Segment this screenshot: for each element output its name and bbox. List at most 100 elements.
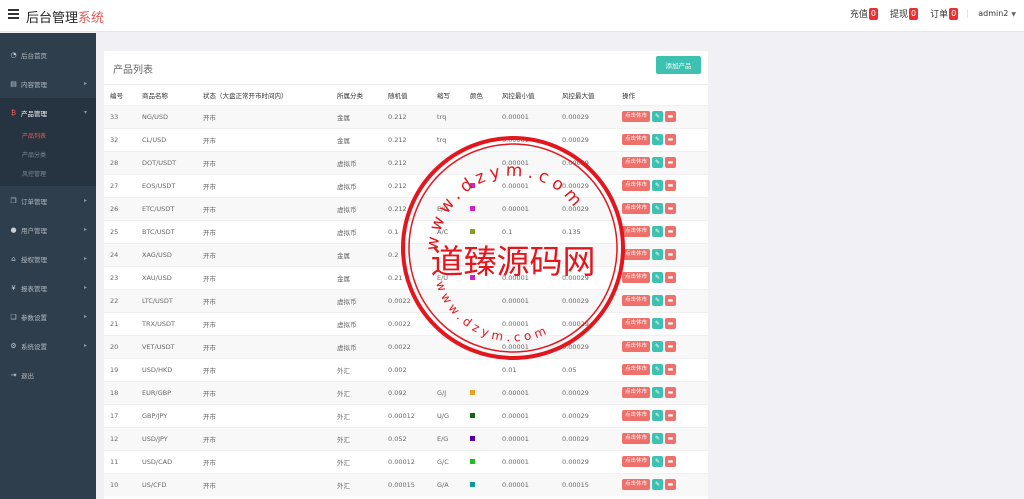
cell-min: 0.1 — [496, 219, 556, 243]
sidebar-item-reports[interactable]: ¥ 报表管理 ▸ — [0, 273, 96, 302]
cell-min: 0.00001 — [496, 472, 556, 496]
close-market-button[interactable]: 点击休市 — [622, 157, 651, 168]
edit-icon[interactable]: ✎ — [652, 410, 664, 421]
sidebar-item-content[interactable]: ▤ 内容管理 ▸ — [0, 69, 96, 98]
edit-icon[interactable]: ✎ — [652, 479, 664, 491]
sidebar-subitem-risk-control[interactable]: 风控管理 — [0, 165, 96, 184]
column-header: 状态（大盘正常开市时间内） — [203, 92, 288, 101]
cell-id: 11 — [104, 449, 136, 473]
cell-color — [464, 472, 496, 496]
column-header: 风控最大值 — [562, 92, 595, 101]
cell-min: 0.00001 — [496, 127, 556, 151]
chevron-right-icon: ▸ — [83, 80, 87, 87]
delete-icon[interactable]: ▬ — [665, 134, 677, 145]
delete-icon[interactable]: ▬ — [665, 249, 677, 260]
sidebar-subitem-product-list[interactable]: 产品列表 — [0, 127, 96, 146]
edit-icon[interactable]: ✎ — [652, 456, 664, 467]
delete-icon[interactable]: ▬ — [665, 295, 677, 306]
delete-icon[interactable]: ▬ — [665, 364, 677, 375]
menu-toggle-icon[interactable] — [8, 9, 19, 19]
edit-icon[interactable]: ✎ — [652, 341, 664, 352]
edit-icon[interactable]: ✎ — [652, 226, 664, 237]
sidebar-item-parameters[interactable]: ❏ 参数设置 ▸ — [0, 302, 96, 331]
sidebar-item-logout[interactable]: ⇥ 退出 — [0, 360, 96, 389]
close-market-button[interactable]: 点击休市 — [622, 180, 651, 191]
edit-icon[interactable]: ✎ — [652, 272, 664, 283]
close-market-button[interactable]: 点击休市 — [622, 111, 651, 122]
sidebar-item-authorization[interactable]: ⌂ 授权管理 ▸ — [0, 244, 96, 273]
close-market-button[interactable]: 点击休市 — [622, 295, 651, 306]
table-row: 23 XAU/USD 开市 金属 0.21 E/U 0.00001 0.00029 点击休市 ✎ ▬ — [104, 265, 708, 289]
delete-icon[interactable]: ▬ — [665, 157, 677, 168]
delete-icon[interactable]: ▬ — [665, 272, 677, 283]
sidebar-item-products[interactable]: ₿ 产品管理 ▾ — [0, 98, 96, 127]
recharge-link[interactable]: 充值 0 — [850, 7, 878, 20]
cell-max: 0.00015 — [556, 472, 616, 496]
cell-max: 0.00029 — [556, 265, 616, 289]
close-market-button[interactable]: 点击休市 — [622, 318, 651, 329]
sidebar-item-label: 内容管理 — [21, 80, 47, 89]
cell-actions: 点击休市 ✎ ▬ — [616, 334, 708, 358]
user-menu[interactable]: admin2 ▼ — [967, 9, 1016, 18]
edit-icon[interactable]: ✎ — [652, 364, 664, 375]
close-market-button[interactable]: 点击休市 — [622, 364, 651, 375]
sidebar-item-dashboard[interactable]: ◔ 后台首页 — [0, 40, 96, 69]
cell-abbr: E/U — [431, 265, 464, 289]
close-market-button[interactable]: 点击休市 — [622, 203, 651, 214]
gear-icon: ⚙ — [10, 341, 17, 350]
close-market-button[interactable]: 点击休市 — [622, 134, 651, 145]
close-market-button[interactable]: 点击休市 — [622, 272, 651, 283]
chevron-right-icon: ▸ — [83, 255, 87, 262]
sidebar-subitem-product-category[interactable]: 产品分类 — [0, 146, 96, 165]
cell-name: LTC/USDT — [136, 288, 197, 312]
delete-icon[interactable]: ▬ — [665, 111, 677, 122]
delete-icon[interactable]: ▬ — [665, 341, 677, 352]
edit-icon[interactable]: ✎ — [652, 249, 664, 260]
delete-icon[interactable]: ▬ — [665, 410, 677, 421]
sidebar-item-users[interactable]: ● 用户管理 ▸ — [0, 215, 96, 244]
close-market-button[interactable]: 点击休市 — [622, 410, 651, 421]
close-market-button[interactable]: 点击休市 — [622, 456, 651, 467]
edit-icon[interactable]: ✎ — [652, 111, 664, 122]
sidebar-item-label: 系统设置 — [21, 342, 47, 351]
edit-icon[interactable]: ✎ — [652, 433, 664, 444]
delete-icon[interactable]: ▬ — [665, 479, 677, 491]
withdraw-link[interactable]: 提现 0 — [890, 7, 919, 20]
delete-icon[interactable]: ▬ — [665, 387, 677, 398]
cell-id: 28 — [104, 150, 136, 174]
edit-icon[interactable]: ✎ — [652, 203, 664, 214]
cell-max: 0.00029 — [556, 380, 616, 404]
delete-icon[interactable]: ▬ — [665, 318, 677, 329]
close-market-button[interactable]: 点击休市 — [622, 226, 651, 237]
close-market-button[interactable]: 点击休市 — [622, 387, 651, 398]
cell-actions: 点击休市 ✎ ▬ — [616, 311, 708, 335]
delete-icon[interactable]: ▬ — [665, 456, 677, 467]
edit-icon[interactable]: ✎ — [652, 180, 664, 191]
delete-icon[interactable]: ▬ — [665, 203, 677, 214]
cell-id: 25 — [104, 219, 136, 243]
edit-icon[interactable]: ✎ — [652, 318, 664, 329]
close-market-button[interactable]: 点击休市 — [622, 341, 651, 352]
edit-icon[interactable]: ✎ — [652, 134, 664, 145]
close-market-button[interactable]: 点击休市 — [622, 433, 651, 444]
cell-random: 0.2 — [382, 242, 431, 266]
delete-icon[interactable]: ▬ — [665, 433, 677, 444]
cell-category: 外汇 — [331, 426, 382, 450]
cell-random: 0.00015 — [382, 472, 431, 496]
edit-icon[interactable]: ✎ — [652, 387, 664, 398]
table-row: 26 ETC/USDT 开市 虚拟币 0.212 E/U 0.00001 0.00029 点击休… — [104, 196, 708, 220]
cell-category: 外汇 — [331, 403, 382, 427]
delete-icon[interactable]: ▬ — [665, 226, 677, 237]
add-product-button[interactable]: 添加产品 — [656, 56, 701, 74]
edit-icon[interactable]: ✎ — [652, 157, 664, 168]
sidebar-item-system[interactable]: ⚙ 系统设置 ▸ — [0, 331, 96, 360]
dashboard-icon: ◔ — [10, 50, 17, 59]
delete-icon[interactable]: ▬ — [665, 180, 677, 191]
table-row: 19 USD/HKD 开市 外汇 0.002 0.01 0.05 点击休市 ✎ ▬ — [104, 357, 708, 381]
cell-status: 开市 — [197, 150, 331, 174]
close-market-button[interactable]: 点击休市 — [622, 249, 651, 260]
close-market-button[interactable]: 点击休市 — [622, 479, 651, 491]
sidebar-item-orders[interactable]: ❐ 订单管理 ▸ — [0, 186, 96, 215]
orders-link[interactable]: 订单 0 — [930, 7, 959, 20]
edit-icon[interactable]: ✎ — [652, 295, 664, 306]
